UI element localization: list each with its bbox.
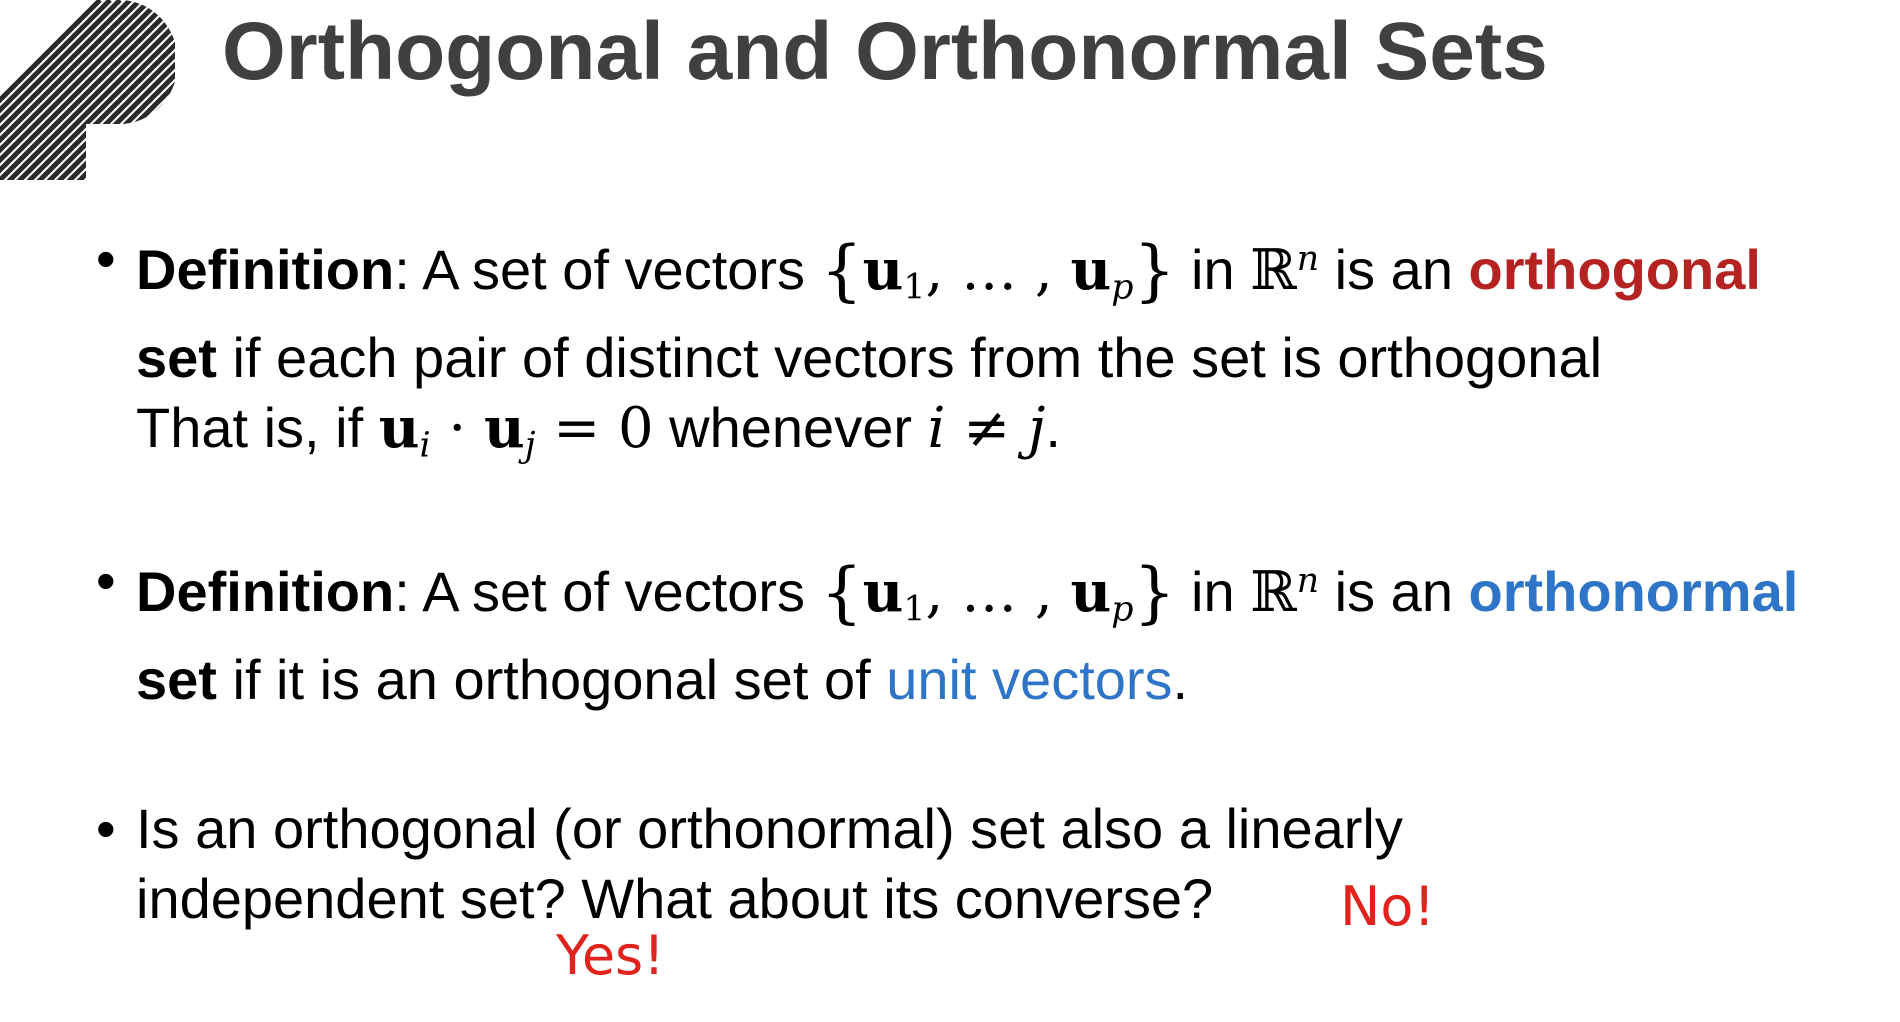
text-run: if it is an orthogonal set of <box>216 647 887 711</box>
bullet-question: • Is an orthogonal (or orthonormal) set … <box>96 794 1886 934</box>
slide: Orthogonal and Orthonormal Sets • Defini… <box>0 0 1900 1022</box>
set-label: set <box>136 326 217 389</box>
text-run: whenever <box>653 395 928 459</box>
text-run: : A set of vectors <box>394 560 821 624</box>
subscript: p <box>1111 267 1134 308</box>
index-j: j <box>1028 395 1046 461</box>
text-run: . <box>1045 395 1061 459</box>
dot-product-formula: ui · uj = 0 <box>378 394 654 466</box>
close-brace: } <box>1133 554 1176 632</box>
subscript: p <box>1111 589 1134 630</box>
text-run: in <box>1175 238 1251 302</box>
index-i: i <box>927 395 946 461</box>
unit-vectors-term: unit vectors <box>886 647 1173 711</box>
answer-no: No! <box>1340 875 1436 938</box>
open-brace: { <box>820 554 863 632</box>
superscript: n <box>1296 239 1320 279</box>
text-run: : A set of vectors <box>394 238 821 302</box>
reals-symbol: ℝ <box>1250 560 1297 626</box>
slide-title: Orthogonal and Orthonormal Sets <box>222 6 1548 97</box>
striped-circle-decoration-icon <box>0 0 175 180</box>
bullet-dot-icon: • <box>96 227 116 290</box>
bullet-line: Definition: A set of vectors {u1, … , up… <box>136 224 1886 323</box>
bullet-line: Is an orthogonal (or orthonormal) set al… <box>136 797 1403 860</box>
text-run: in <box>1175 560 1251 624</box>
bullet-line: That is, if ui · uj = 0 whenever i ≠ j. <box>136 393 1886 481</box>
bullet-line: set if it is an orthogonal set of unit v… <box>136 645 1886 715</box>
subscript: 1 <box>903 589 926 630</box>
set-word: set <box>136 647 217 711</box>
subscript: 1 <box>903 267 926 308</box>
bullet-dot-icon: • <box>96 797 116 860</box>
bullet-line: set if each pair of distinct vectors fro… <box>136 323 1886 393</box>
vector-u: u <box>862 559 904 626</box>
open-brace: { <box>820 232 863 310</box>
bullet-dot-icon: • <box>96 549 116 612</box>
reals-formula: ℝn <box>1250 560 1319 625</box>
equals-zero: = 0 <box>535 395 654 461</box>
dot-operator: · <box>430 395 484 461</box>
bullet-orthogonal-definition: • Definition: A set of vectors {u1, … , … <box>96 224 1886 481</box>
bullet-line: independent set? What about its converse… <box>136 867 1214 930</box>
vector-u: u <box>862 237 904 304</box>
superscript: n <box>1296 561 1320 601</box>
definition-label: Definition <box>136 238 395 302</box>
answer-yes: Yes! <box>556 924 665 987</box>
close-brace: } <box>1133 232 1176 310</box>
bullet-orthonormal-definition: • Definition: A set of vectors {u1, … , … <box>96 546 1886 715</box>
text-run: That is, if <box>136 395 379 459</box>
ellipsis: , … , <box>925 238 1071 304</box>
text-run: . <box>1172 647 1189 711</box>
subscript: i <box>419 425 431 466</box>
vector-set-formula: {u1, … , up} <box>821 236 1176 308</box>
text-run: is an <box>1319 560 1469 624</box>
inequality-formula: i ≠ j <box>928 396 1046 461</box>
vector-u: u <box>1070 559 1112 626</box>
text-run: if each pair of distinct vectors from th… <box>216 325 1603 389</box>
subscript: j <box>524 425 536 466</box>
keyword-orthogonal: orthogonal <box>1468 238 1761 302</box>
bullet-text: Definition: A set of vectors {u1, … , up… <box>136 224 1886 481</box>
not-equal: ≠ <box>945 395 1028 461</box>
reals-formula: ℝn <box>1250 238 1319 303</box>
keyword-orthonormal: orthonormal <box>1468 560 1799 624</box>
set-word: set <box>136 325 217 389</box>
text-run: is an <box>1319 238 1469 302</box>
definition-label: Definition <box>136 560 395 624</box>
vector-u: u <box>1070 237 1112 304</box>
bullet-line: Definition: A set of vectors {u1, … , up… <box>136 546 1886 645</box>
vector-u: u <box>483 394 525 461</box>
bullet-text: Definition: A set of vectors {u1, … , up… <box>136 546 1886 715</box>
vector-u: u <box>378 394 420 461</box>
ellipsis: , … , <box>925 560 1071 626</box>
vector-set-formula: {u1, … , up} <box>821 558 1176 630</box>
bullet-text: Is an orthogonal (or orthonormal) set al… <box>136 794 1886 934</box>
reals-symbol: ℝ <box>1250 238 1297 304</box>
